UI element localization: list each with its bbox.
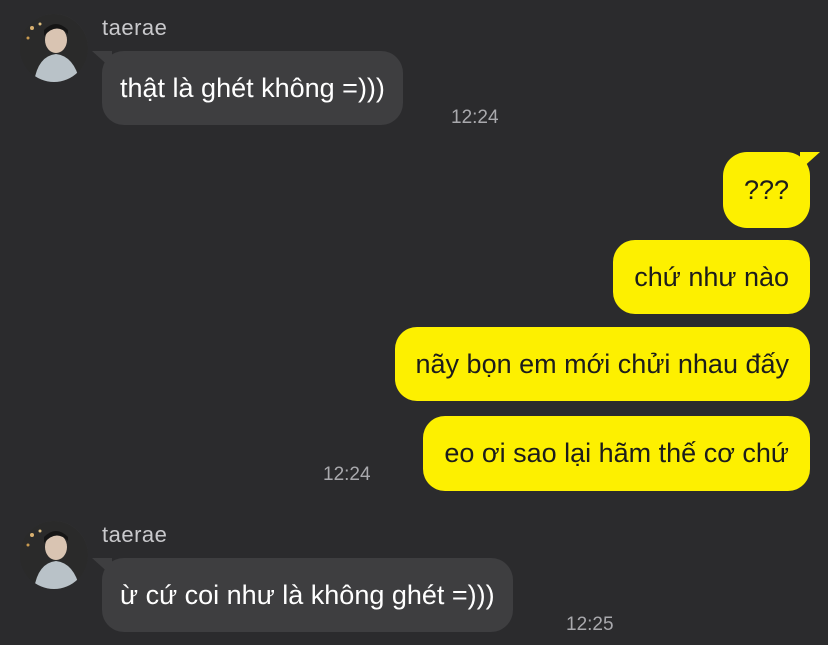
message-bubble-outgoing[interactable]: ??? bbox=[722, 152, 821, 228]
profile-photo-icon bbox=[20, 14, 88, 82]
message-text: chứ như nào bbox=[634, 261, 789, 292]
message-text: ??? bbox=[743, 174, 789, 205]
message-bubble-incoming[interactable]: ừ cứ coi như là không ghét =))) bbox=[92, 558, 513, 632]
avatar[interactable] bbox=[20, 521, 88, 589]
message-bubble-outgoing[interactable]: nãy bọn em mới chửi nhau đấy bbox=[394, 327, 810, 401]
profile-photo-icon bbox=[20, 521, 88, 589]
chat-thread: taerae thật là ghét không =))) 12:24 ???… bbox=[0, 0, 828, 645]
message-bubble-incoming[interactable]: thật là ghét không =))) bbox=[92, 51, 403, 125]
message-text: ừ cứ coi như là không ghét =))) bbox=[120, 579, 495, 610]
sender-name: taerae bbox=[102, 15, 168, 40]
message-bubble-outgoing[interactable]: chứ như nào bbox=[613, 240, 810, 314]
message-bubble-outgoing[interactable]: eo ơi sao lại hãm thế cơ chứ bbox=[423, 416, 810, 491]
message-text: thật là ghét không =))) bbox=[120, 72, 385, 103]
message-timestamp: 12:24 bbox=[451, 107, 499, 128]
sender-name: taerae bbox=[102, 522, 168, 547]
message-text: eo ơi sao lại hãm thế cơ chứ bbox=[444, 438, 789, 468]
message-timestamp: 12:24 bbox=[323, 464, 371, 485]
message-text: nãy bọn em mới chửi nhau đấy bbox=[415, 348, 789, 379]
avatar[interactable] bbox=[20, 14, 88, 82]
message-timestamp: 12:25 bbox=[566, 614, 614, 635]
